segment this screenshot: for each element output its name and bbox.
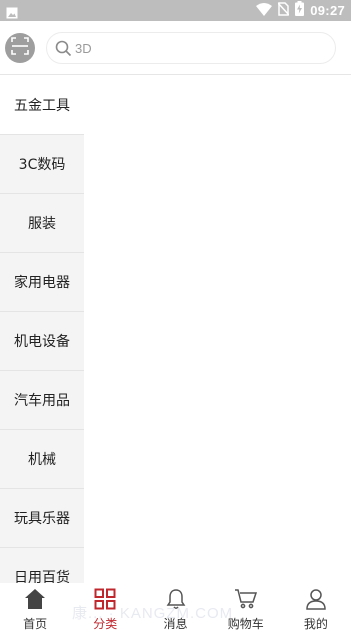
category-item-machinery[interactable]: 机械 xyxy=(0,430,84,489)
search-header xyxy=(0,21,351,75)
nav-label: 购物车 xyxy=(227,617,264,631)
bell-icon xyxy=(164,587,188,611)
bottom-nav: 首页 分类 消息 购物车 我的 xyxy=(0,583,351,635)
category-item-clothing[interactable]: 服装 xyxy=(0,194,84,253)
cart-icon xyxy=(234,587,258,611)
search-icon xyxy=(55,39,73,57)
nav-label: 我的 xyxy=(303,617,328,631)
image-icon xyxy=(6,4,18,19)
category-label: 3C数码 xyxy=(18,157,66,173)
category-label: 汽车用品 xyxy=(14,393,70,409)
category-label: 五金工具 xyxy=(14,98,70,114)
no-sim-icon xyxy=(277,1,290,20)
nav-cart[interactable]: 购物车 xyxy=(211,583,281,635)
category-item-3c-digital[interactable]: 3C数码 xyxy=(0,135,84,194)
category-label: 机械 xyxy=(28,452,56,468)
category-grid-icon xyxy=(93,587,117,611)
nav-label: 消息 xyxy=(163,617,188,631)
status-time: 09:27 xyxy=(310,3,345,18)
category-label: 服装 xyxy=(28,216,56,232)
category-item-toys-instruments[interactable]: 玩具乐器 xyxy=(0,489,84,548)
category-item-home-appliances[interactable]: 家用电器 xyxy=(0,253,84,312)
category-sidebar: 五金工具 3C数码 服装 家用电器 机电设备 汽车用品 机械 玩具乐器 日用百货 xyxy=(0,76,84,583)
nav-category[interactable]: 分类 xyxy=(70,583,140,635)
category-item-electromechanical[interactable]: 机电设备 xyxy=(0,312,84,371)
category-label: 玩具乐器 xyxy=(14,511,70,527)
category-label: 家用电器 xyxy=(14,275,70,291)
category-item-hardware-tools[interactable]: 五金工具 xyxy=(0,76,84,135)
wifi-icon xyxy=(256,1,273,20)
user-icon xyxy=(304,587,328,611)
scan-button[interactable] xyxy=(5,33,35,63)
scan-icon xyxy=(11,37,29,59)
search-input[interactable] xyxy=(75,40,315,56)
nav-label: 首页 xyxy=(23,617,48,631)
battery-charging-icon xyxy=(295,1,305,20)
category-content xyxy=(84,76,351,583)
category-label: 日用百货 xyxy=(14,570,70,583)
nav-label: 分类 xyxy=(93,617,118,631)
nav-home[interactable]: 首页 xyxy=(0,583,70,635)
search-box[interactable] xyxy=(46,32,336,64)
status-bar: 09:27 xyxy=(0,0,351,21)
category-item-daily-goods[interactable]: 日用百货 xyxy=(0,548,84,583)
nav-profile[interactable]: 我的 xyxy=(281,583,351,635)
category-label: 机电设备 xyxy=(14,334,70,350)
category-item-auto-supplies[interactable]: 汽车用品 xyxy=(0,371,84,430)
nav-messages[interactable]: 消息 xyxy=(140,583,210,635)
home-icon xyxy=(23,587,47,611)
